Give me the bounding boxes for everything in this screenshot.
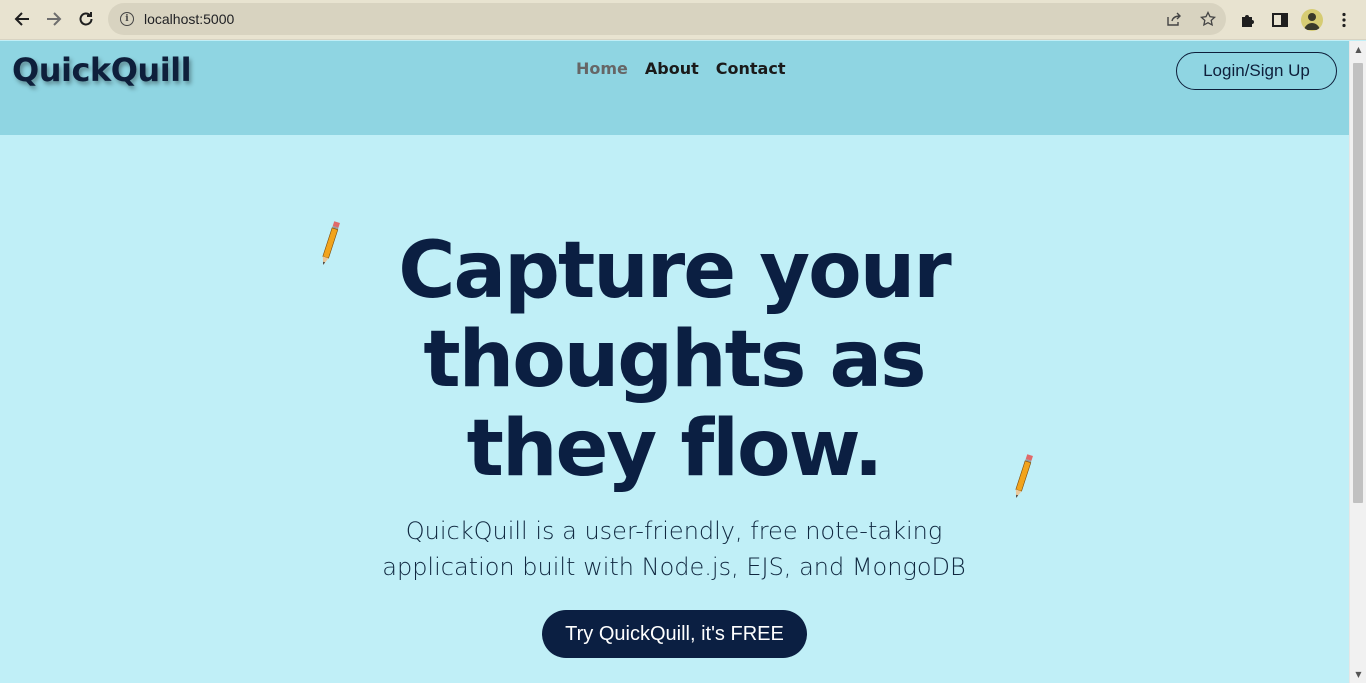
side-panel-icon[interactable] xyxy=(1264,4,1296,36)
kebab-menu-icon[interactable] xyxy=(1328,4,1360,36)
address-bar[interactable]: i localhost:5000 xyxy=(108,3,1226,35)
main-nav: Home About Contact xyxy=(576,59,785,78)
nav-home[interactable]: Home xyxy=(576,59,628,78)
site-logo[interactable]: QuickQuill xyxy=(12,51,192,89)
nav-about[interactable]: About xyxy=(645,59,699,78)
headline-line: Capture your xyxy=(398,226,951,316)
hero-headline: Capture your thoughts as they flow. xyxy=(300,227,1048,494)
subtitle-line: QuickQuill is a user-friendly, free note… xyxy=(405,517,943,545)
reload-icon[interactable] xyxy=(70,3,102,35)
site-header: QuickQuill Home About Contact Login/Sign… xyxy=(0,41,1349,135)
subtitle-line: application built with Node.js, EJS, and… xyxy=(382,553,966,581)
puzzle-icon[interactable] xyxy=(1232,4,1264,36)
hero-subtitle: QuickQuill is a user-friendly, free note… xyxy=(340,513,1008,585)
star-icon[interactable] xyxy=(1198,9,1218,29)
browser-toolbar: i localhost:5000 xyxy=(0,0,1366,40)
scrollbar-thumb[interactable] xyxy=(1353,63,1363,503)
url-text: localhost:5000 xyxy=(144,11,235,27)
profile-avatar-icon[interactable] xyxy=(1296,4,1328,36)
nav-contact[interactable]: Contact xyxy=(716,59,786,78)
share-icon[interactable] xyxy=(1164,9,1184,29)
headline-line: they flow. xyxy=(466,404,884,494)
login-signup-button[interactable]: Login/Sign Up xyxy=(1176,52,1337,90)
back-arrow-icon[interactable] xyxy=(6,3,38,35)
scroll-down-icon[interactable]: ▼ xyxy=(1350,666,1366,683)
hero-section: Capture your thoughts as they flow. Quic… xyxy=(0,135,1349,683)
site-info-icon[interactable]: i xyxy=(120,12,134,26)
forward-arrow-icon[interactable] xyxy=(38,3,70,35)
scroll-up-icon[interactable]: ▲ xyxy=(1350,41,1366,58)
page-scrollbar[interactable]: ▲ ▼ xyxy=(1349,41,1366,683)
try-free-button[interactable]: Try QuickQuill, it's FREE xyxy=(542,610,807,658)
headline-line: thoughts as xyxy=(423,315,926,405)
